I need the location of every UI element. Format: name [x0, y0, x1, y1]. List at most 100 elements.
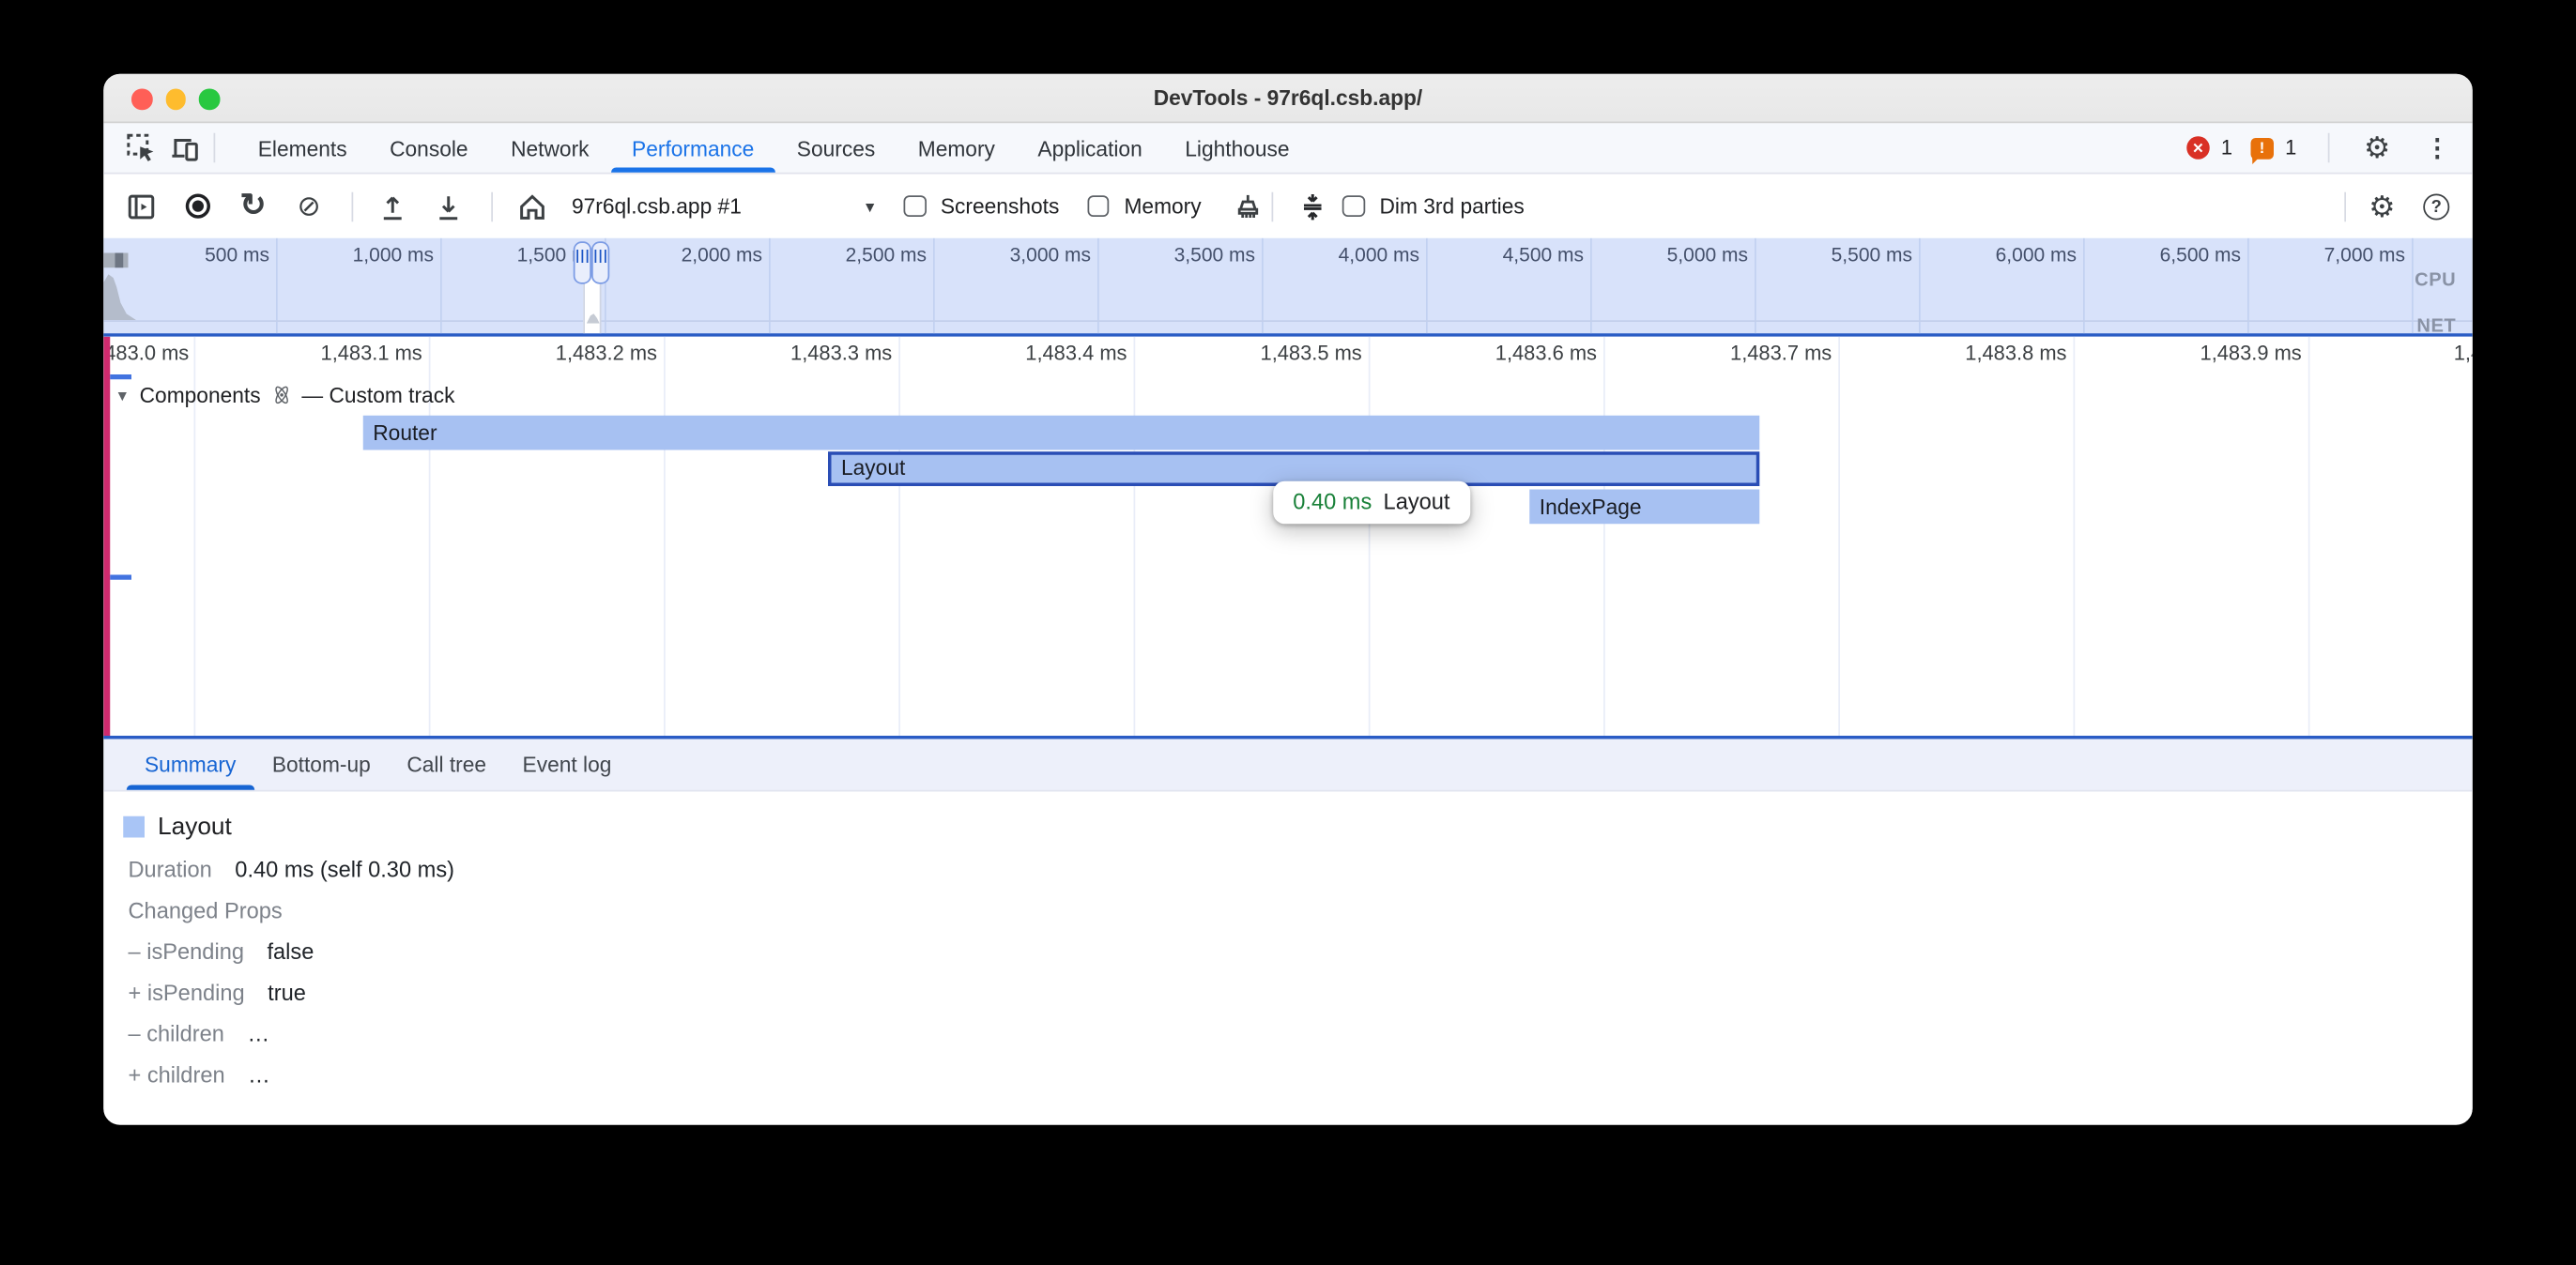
capture-settings-gear-icon[interactable]: ⚙ — [2369, 191, 2395, 221]
tab-sources[interactable]: Sources — [797, 123, 875, 173]
memory-checkbox-group[interactable]: Memory — [1087, 194, 1202, 219]
toggle-sidebar-icon[interactable] — [125, 190, 158, 222]
overview-tick: 2,500 ms — [812, 243, 928, 267]
error-count[interactable]: 1 — [2221, 136, 2232, 160]
device-toolbar-icon[interactable] — [168, 131, 201, 164]
more-options-kebab-icon[interactable]: ⋮ — [2425, 133, 2449, 163]
net-label: NET — [2416, 317, 2456, 337]
target-selector-dropdown[interactable]: 97r6ql.csb.app #1 ▼ — [572, 185, 878, 228]
overview-tick: 6,500 ms — [2126, 243, 2242, 267]
clear-recording-icon[interactable]: ⊘ — [293, 190, 326, 222]
selection-left-handle[interactable] — [574, 241, 591, 284]
home-icon[interactable] — [516, 190, 549, 222]
overview-tick: 4,500 ms — [1469, 243, 1585, 267]
collapse-tracks-icon[interactable] — [1296, 190, 1329, 222]
overview-tick: 3,000 ms — [976, 243, 1092, 267]
warning-badge-icon[interactable]: ! — [2250, 137, 2274, 159]
summary-row-label: Changed Props — [129, 898, 283, 922]
selection-right-handle[interactable] — [591, 241, 609, 284]
close-window-button[interactable] — [131, 89, 152, 110]
divider — [491, 191, 493, 221]
gridline — [898, 337, 900, 736]
title-bar: DevTools - 97r6ql.csb.app/ — [103, 74, 2473, 124]
summary-row: Duration 0.40 ms (self 0.30 ms) — [123, 858, 2446, 899]
minimize-window-button[interactable] — [165, 89, 186, 110]
summary-row-value: 0.40 ms (self 0.30 ms) — [235, 858, 454, 882]
tab-performance[interactable]: Performance — [632, 123, 754, 173]
warning-count[interactable]: 1 — [2285, 136, 2296, 160]
tab-elements[interactable]: Elements — [258, 123, 347, 173]
tab-memory[interactable]: Memory — [918, 123, 995, 173]
dim-3rd-parties-checkbox-group[interactable]: Dim 3rd parties — [1342, 194, 1525, 219]
help-icon[interactable]: ? — [2423, 193, 2449, 220]
ruler-tick: 1,483.0 ms — [103, 342, 189, 365]
gridline — [1369, 337, 1371, 736]
gridline — [933, 238, 935, 334]
gridline — [1097, 238, 1099, 334]
record-button[interactable] — [181, 190, 214, 222]
tab-summary[interactable]: Summary — [145, 739, 236, 790]
tab-network[interactable]: Network — [511, 123, 589, 173]
tab-application[interactable]: Application — [1037, 123, 1142, 173]
gridline — [1919, 238, 1921, 334]
gridline — [1603, 337, 1605, 736]
ruler-tick: 1,483.4 ms — [979, 342, 1127, 365]
flame-chart-pane[interactable]: 1,483.0 ms 1,483.1 ms 1,483.2 ms 1,483.3… — [103, 337, 2473, 739]
components-track-header[interactable]: ▼ Components — Custom track — [115, 383, 455, 407]
error-badge-icon[interactable]: ✕ — [2186, 136, 2210, 160]
summary-row-value: true — [268, 981, 306, 1005]
ruler-tick: 1,483.2 ms — [510, 342, 658, 365]
overview-tick: 7,000 ms — [2291, 243, 2406, 267]
tooltip-event-name: Layout — [1384, 490, 1450, 514]
screenshots-checkbox[interactable] — [904, 195, 927, 218]
flame-event-router[interactable]: Router — [363, 415, 1760, 450]
upload-profile-icon[interactable] — [376, 190, 409, 222]
inspect-element-icon[interactable] — [125, 131, 158, 164]
divider — [2328, 133, 2330, 163]
summary-row-label: – children — [129, 1022, 224, 1046]
tab-bottom-up[interactable]: Bottom-up — [272, 739, 371, 790]
window-title: DevTools - 97r6ql.csb.app/ — [1154, 85, 1423, 110]
cpu-label: CPU — [2415, 271, 2456, 291]
overview-tick: 4,000 ms — [1305, 243, 1420, 267]
summary-row: + children … — [123, 1062, 2446, 1104]
overview-task-bar — [103, 253, 128, 268]
summary-row: Changed Props — [123, 898, 2446, 939]
toolbar-right-controls: ⚙ ? — [2341, 191, 2450, 221]
scroll-indicator-mark — [109, 575, 130, 580]
summary-row: – children … — [123, 1022, 2446, 1063]
download-profile-icon[interactable] — [432, 190, 465, 222]
zoom-window-button[interactable] — [199, 89, 220, 110]
gridline — [1755, 238, 1756, 334]
performance-toolbar: ↻ ⊘ 97r6ql.csb.app #1 ▼ Screenshots — [103, 175, 2473, 238]
timeline-overview[interactable]: 500 ms 1,000 ms 1,500 ms 2,000 ms 2,500 … — [103, 238, 2473, 337]
collect-garbage-icon[interactable] — [1229, 190, 1262, 222]
divider — [2344, 191, 2346, 221]
gridline — [1134, 337, 1136, 736]
gridline — [2308, 337, 2310, 736]
ruler-tick: 1,483.8 ms — [1919, 342, 2067, 365]
devtools-tab-bar: Elements Console Network Performance Sou… — [103, 123, 2473, 174]
tab-lighthouse[interactable]: Lighthouse — [1185, 123, 1289, 173]
dim-3rd-parties-checkbox[interactable] — [1342, 195, 1365, 218]
memory-checkbox[interactable] — [1087, 195, 1110, 218]
flame-event-indexpage[interactable]: IndexPage — [1529, 489, 1759, 524]
event-tooltip: 0.40 ms Layout — [1273, 481, 1469, 525]
event-color-swatch — [123, 816, 145, 838]
tab-call-tree[interactable]: Call tree — [406, 739, 486, 790]
screenshots-label: Screenshots — [941, 194, 1059, 219]
gridline — [2083, 238, 2085, 334]
scroll-indicator-mark — [109, 374, 130, 379]
screenshots-checkbox-group[interactable]: Screenshots — [904, 194, 1060, 219]
overview-tick: 5,000 ms — [1633, 243, 1749, 267]
summary-event-title: Layout — [158, 813, 232, 841]
gridline — [1426, 238, 1428, 334]
summary-row-label: – isPending — [129, 939, 244, 964]
tab-console[interactable]: Console — [390, 123, 468, 173]
disclosure-triangle-icon[interactable]: ▼ — [115, 387, 130, 404]
record-and-reload-icon[interactable]: ↻ — [237, 190, 269, 222]
settings-gear-icon[interactable]: ⚙ — [2364, 133, 2390, 163]
cpu-baseline — [103, 320, 2473, 322]
tab-event-log[interactable]: Event log — [523, 739, 612, 790]
tooltip-duration: 0.40 ms — [1293, 490, 1372, 514]
